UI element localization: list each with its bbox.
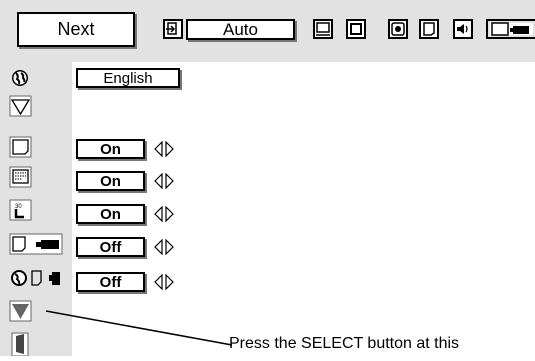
- callout-leader-line: [45, 310, 233, 346]
- callout-text: Press the SELECT button at this: [229, 335, 460, 352]
